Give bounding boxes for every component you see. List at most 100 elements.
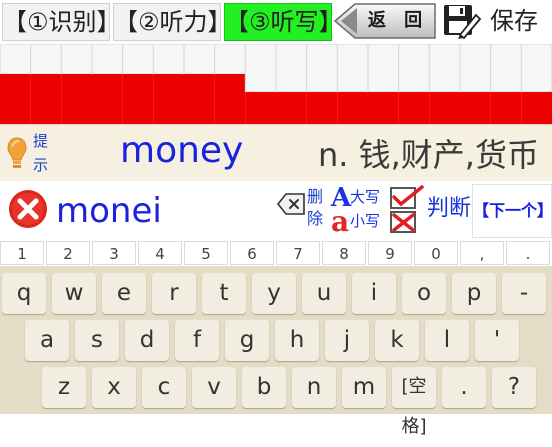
progress-grid [0, 44, 552, 124]
target-word: money [120, 130, 244, 171]
letter-key[interactable]: e [102, 273, 146, 314]
grid-cell [30, 44, 62, 75]
grid-cell [0, 44, 32, 75]
letter-key[interactable]: a [25, 320, 69, 361]
progress-fill-done [214, 74, 246, 124]
number-key[interactable]: 3 [92, 241, 136, 265]
backspace-icon[interactable] [276, 189, 306, 219]
lowercase-label: 小写 [350, 212, 381, 230]
delete-button[interactable]: 删除 [307, 186, 325, 230]
number-key[interactable]: 4 [138, 241, 182, 265]
letter-key[interactable]: . [442, 367, 486, 408]
letter-key[interactable]: ? [492, 367, 536, 408]
grid-cell [275, 44, 308, 93]
onscreen-keyboard: 1234567890,. q w e r t y u i o p - a s d f g h j k l ' z x c v b n… [0, 240, 552, 437]
number-key[interactable]: 8 [322, 241, 366, 265]
number-key[interactable]: 7 [276, 241, 320, 265]
letter-key[interactable]: k [375, 320, 419, 361]
progress-fill-pending [398, 92, 430, 124]
number-key[interactable]: 0 [414, 241, 458, 265]
save-disk-icon [444, 5, 482, 39]
tab-listening[interactable]: 【②听力】 [113, 3, 232, 41]
grid-cell [214, 44, 246, 75]
back-button[interactable]: 返 回 [333, 3, 437, 39]
word-meaning: n. 钱,财产,货币 [318, 136, 539, 174]
number-key[interactable]: , [460, 241, 504, 265]
number-row: 1234567890,. [0, 240, 552, 266]
tab-dictation[interactable]: 【③听写】 [224, 3, 343, 41]
letter-key[interactable]: b [242, 367, 286, 408]
grid-cell [183, 44, 216, 75]
progress-fill-pending [276, 92, 307, 124]
letter-key[interactable]: r [152, 273, 196, 314]
progress-fill-done [184, 74, 215, 124]
grid-cell [244, 44, 277, 93]
answer-row: monei 删除 A a 大写 小写 判断 【下一个】 [0, 181, 552, 239]
progress-fill-done [92, 74, 123, 124]
progress-fill-pending [368, 92, 399, 124]
grid-cell [367, 44, 400, 93]
judge-button[interactable]: 判断 [427, 189, 471, 229]
progress-fill-pending [306, 92, 338, 124]
progress-fill-done [30, 74, 62, 124]
letter-key[interactable]: t [202, 273, 246, 314]
letter-key[interactable]: j [325, 320, 369, 361]
letter-key[interactable]: i [352, 273, 396, 314]
letter-key[interactable]: l [425, 320, 469, 361]
grid-cell [152, 44, 185, 75]
letter-key[interactable]: c [142, 367, 186, 408]
letter-key[interactable]: h [275, 320, 319, 361]
number-key[interactable]: . [506, 241, 550, 265]
back-label: 返 回 [367, 10, 429, 31]
letter-key[interactable]: z [42, 367, 86, 408]
letter-key[interactable]: x [92, 367, 136, 408]
number-key[interactable]: 6 [230, 241, 274, 265]
checkbox-judge-icon[interactable] [388, 185, 424, 235]
letter-key[interactable]: p [452, 273, 496, 314]
letter-key[interactable]: v [192, 367, 236, 408]
grid-cell [91, 44, 124, 75]
grid-cell [428, 44, 461, 93]
number-key[interactable]: 2 [46, 241, 90, 265]
save-button[interactable]: 保存 [440, 3, 550, 39]
letter-key[interactable]: y [252, 273, 296, 314]
letter-key[interactable]: - [502, 273, 546, 314]
letter-key[interactable]: o [402, 273, 446, 314]
grid-cell [122, 44, 154, 75]
letter-key[interactable]: d [125, 320, 169, 361]
grid-cell [490, 44, 522, 93]
progress-fill-done [122, 74, 154, 124]
progress-fill-pending [429, 92, 460, 124]
progress-fill-done [61, 74, 92, 124]
letter-key[interactable]: w [52, 273, 96, 314]
letter-key[interactable]: s [75, 320, 119, 361]
number-key[interactable]: 5 [184, 241, 228, 265]
letter-key[interactable]: g [225, 320, 269, 361]
case-toggle-button[interactable]: A a 大写 小写 [331, 184, 383, 236]
number-key[interactable]: 1 [0, 241, 44, 265]
progress-fill-pending [245, 92, 276, 124]
letter-key[interactable]: m [342, 367, 386, 408]
progress-fill-done [0, 74, 31, 124]
letter-key[interactable]: u [302, 273, 346, 314]
number-key[interactable]: 9 [368, 241, 412, 265]
letter-key[interactable]: f [175, 320, 219, 361]
grid-cell [520, 44, 552, 93]
letter-key[interactable]: ' [475, 320, 519, 361]
letter-key[interactable]: n [292, 367, 336, 408]
grid-cell [60, 44, 93, 75]
next-button[interactable]: 【下一个】 [472, 184, 552, 238]
answer-input[interactable]: monei [56, 189, 162, 233]
lightbulb-icon[interactable] [6, 135, 28, 171]
progress-fill-pending [521, 92, 552, 124]
grid-cell [459, 44, 492, 93]
grid-cell [398, 44, 430, 93]
hint-row: 提示 money n. 钱,财产,货币 [0, 124, 552, 182]
save-label: 保存 [490, 7, 538, 35]
space-key[interactable]: [空格] [392, 367, 436, 437]
hint-button[interactable]: 提示 [33, 129, 51, 177]
lowercase-a-icon: a [331, 205, 350, 238]
tab-recognize[interactable]: 【①识别】 [2, 3, 121, 41]
letter-key[interactable]: q [2, 273, 46, 314]
grid-cell [306, 44, 338, 93]
